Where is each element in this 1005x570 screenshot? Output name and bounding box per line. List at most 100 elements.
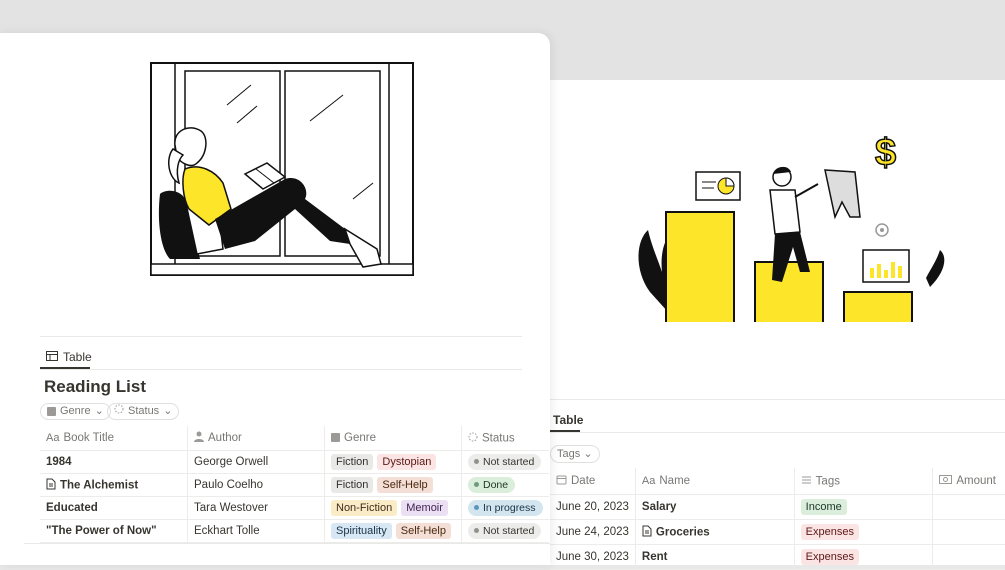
status-icon xyxy=(114,404,124,419)
column-header-tags[interactable]: Tags xyxy=(793,468,933,495)
chevron-down-icon: ⌄ xyxy=(583,448,593,460)
table-row[interactable]: 1984 George Orwell Fiction Dystopian Not … xyxy=(40,450,549,474)
tags-filter-label: Tags xyxy=(557,448,581,460)
chevron-down-icon: ⌄ xyxy=(94,405,104,417)
finance-table: Date Aa Name Tags Amount June 20, 2023 Sa… xyxy=(550,468,1005,570)
author-cell: Tara Westover xyxy=(187,496,325,520)
status-cell: In progress xyxy=(461,496,549,520)
genre-pill: Non-Fiction xyxy=(331,500,398,516)
select-icon xyxy=(331,433,340,443)
column-header-amount[interactable]: Amount xyxy=(932,468,1005,495)
status-dot xyxy=(474,527,479,533)
author-cell: Eckhart Tolle xyxy=(187,519,325,543)
status-cell: Done xyxy=(461,473,549,497)
genre-pill: Memoir xyxy=(401,500,448,516)
divider xyxy=(550,432,1005,433)
tags-cell: Income xyxy=(793,494,933,520)
genre-pill: Self-Help xyxy=(377,477,433,493)
status-cell: Not started xyxy=(461,519,549,543)
reading-woman-illustration xyxy=(150,62,414,276)
column-header-author[interactable]: Author xyxy=(187,426,325,451)
finance-card: $ Table Tags ⌄ Date Aa Name Tags Amount … xyxy=(520,80,1005,570)
genre-pill: Fiction xyxy=(331,477,374,493)
genre-cell: Spirituality Self-Help xyxy=(324,519,462,543)
tag-pill: Expenses xyxy=(800,549,859,565)
reading-list-card: Table Reading List Genre ⌄ Status ⌄ Aa Bo… xyxy=(0,33,550,565)
author-cell: Paulo Coelho xyxy=(187,473,325,497)
column-header-date[interactable]: Date xyxy=(550,468,636,495)
genre-cell: Fiction Dystopian xyxy=(324,450,462,474)
status-filter[interactable]: Status ⌄ xyxy=(107,403,180,420)
name-cell[interactable]: Salary xyxy=(634,494,795,520)
calendar-icon xyxy=(556,474,567,488)
divider xyxy=(40,369,522,370)
tag-pill: Income xyxy=(800,499,847,515)
text-property-icon: Aa xyxy=(641,474,656,487)
divider xyxy=(550,399,1005,400)
status-pill: In progress xyxy=(468,500,543,516)
finance-illustration xyxy=(638,166,945,322)
status-dot xyxy=(474,481,479,487)
genre-pill: Spirituality xyxy=(331,523,392,539)
genre-pill: Self-Help xyxy=(395,523,451,539)
reading-list-table: Aa Book Title Author Genre Status 1984 Ge… xyxy=(40,426,549,543)
title-cell[interactable]: 1984 xyxy=(40,450,188,474)
person-icon xyxy=(194,431,204,445)
tab-label: Table xyxy=(63,350,92,364)
table-row[interactable]: June 30, 2023 Rent Expenses xyxy=(550,544,1005,570)
name-cell[interactable]: Rent xyxy=(634,544,795,570)
column-header-title[interactable]: Aa Book Title xyxy=(40,426,188,451)
document-icon xyxy=(642,525,652,540)
table-row[interactable]: June 24, 2023 Groceries Expenses xyxy=(550,519,1005,545)
date-cell: June 20, 2023 xyxy=(550,494,636,520)
dollar-sign: $ xyxy=(874,131,897,175)
table-row[interactable]: Educated Tara Westover Non-Fiction Memoir… xyxy=(40,496,549,520)
date-cell: June 24, 2023 xyxy=(550,519,636,545)
status-icon xyxy=(468,432,478,445)
genre-cell: Non-Fiction Memoir xyxy=(324,496,462,520)
amount-cell xyxy=(932,519,1005,545)
status-dot xyxy=(474,504,479,510)
column-header-name[interactable]: Aa Name xyxy=(634,468,795,495)
title-cell[interactable]: Educated xyxy=(40,496,188,520)
name-cell[interactable]: Groceries xyxy=(634,519,795,545)
select-icon xyxy=(47,407,56,416)
genre-pill: Fiction xyxy=(331,454,374,470)
tag-pill: Expenses xyxy=(800,524,859,540)
table-row[interactable]: June 20, 2023 Salary Income xyxy=(550,494,1005,520)
divider xyxy=(24,543,550,544)
tags-filter[interactable]: Tags ⌄ xyxy=(550,445,600,463)
tab-table[interactable]: Table xyxy=(46,350,92,364)
author-cell: George Orwell xyxy=(187,450,325,474)
list-icon xyxy=(801,475,812,488)
status-pill: Not started xyxy=(468,523,542,539)
page-title: Reading List xyxy=(44,377,147,396)
genre-pill: Dystopian xyxy=(377,454,437,470)
text-property-icon: Aa xyxy=(46,431,60,444)
status-cell: Not started xyxy=(461,450,549,474)
tags-cell: Expenses xyxy=(793,544,933,570)
table-row[interactable]: "The Power of Now" Eckhart Tolle Spiritu… xyxy=(40,519,549,543)
column-header-status[interactable]: Status xyxy=(461,426,549,451)
amount-cell xyxy=(932,544,1005,570)
genre-filter[interactable]: Genre ⌄ xyxy=(40,403,111,420)
status-pill: Not started xyxy=(468,454,542,470)
status-pill: Done xyxy=(468,477,516,493)
title-cell[interactable]: The Alchemist xyxy=(40,473,188,497)
status-dot xyxy=(474,458,479,464)
column-header-genre[interactable]: Genre xyxy=(324,426,462,451)
date-cell: June 30, 2023 xyxy=(550,544,636,570)
status-filter-label: Status xyxy=(128,405,160,417)
money-icon xyxy=(939,474,953,487)
table-row[interactable]: The Alchemist Paulo Coelho Fiction Self-H… xyxy=(40,473,549,497)
document-icon xyxy=(46,478,56,493)
tags-cell: Expenses xyxy=(793,519,933,545)
title-cell[interactable]: "The Power of Now" xyxy=(40,519,188,543)
genre-cell: Fiction Self-Help xyxy=(324,473,462,497)
tab-table[interactable]: Table xyxy=(553,413,583,427)
genre-filter-label: Genre xyxy=(60,405,91,417)
chevron-down-icon: ⌄ xyxy=(163,405,173,417)
divider xyxy=(40,336,522,337)
amount-cell xyxy=(932,494,1005,520)
table-icon xyxy=(46,350,58,364)
